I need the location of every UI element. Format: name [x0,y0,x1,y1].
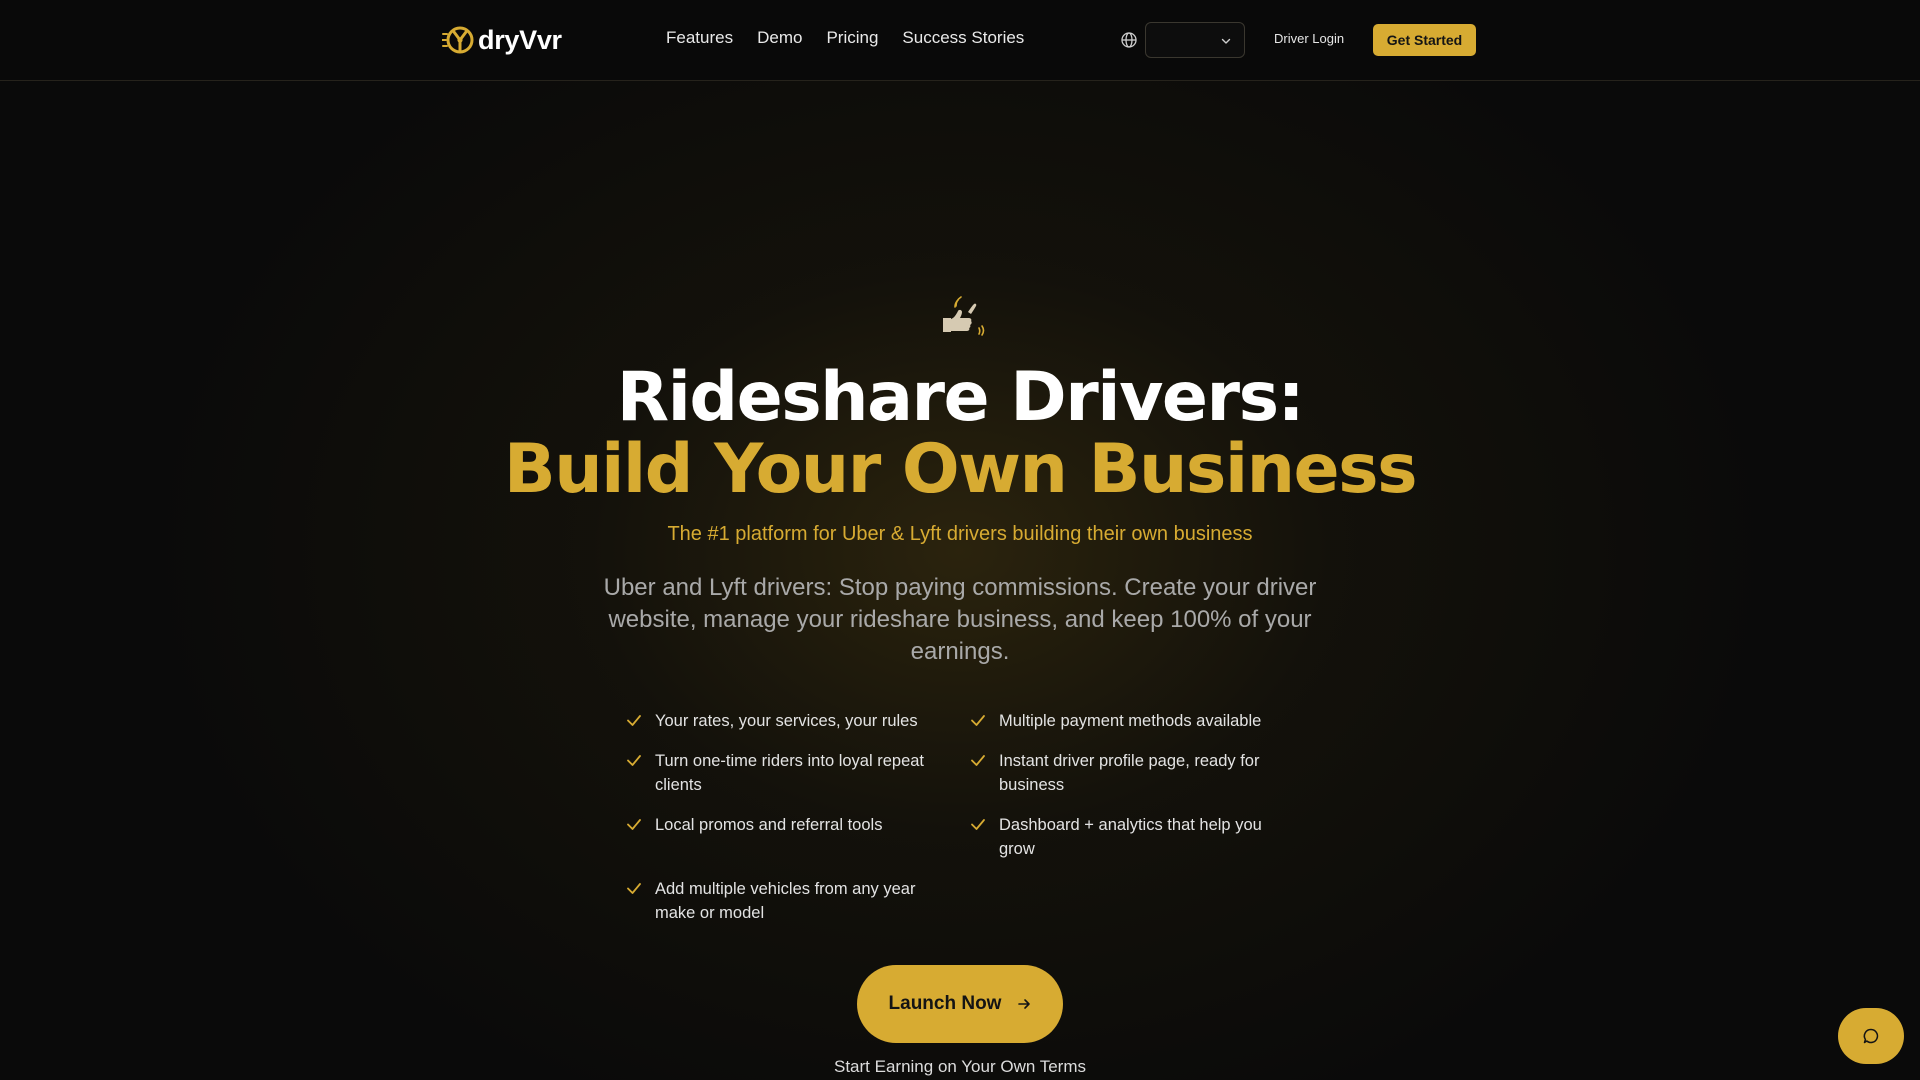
check-icon [627,755,641,766]
language-select[interactable] [1145,22,1245,58]
feature-item: Instant driver profile page, ready for b… [969,749,1289,797]
brand-logo[interactable]: dryVvr [442,24,562,56]
get-started-button[interactable]: Get Started [1373,24,1476,56]
feature-item: Your rates, your services, your rules [625,709,945,733]
hero-title-line1: Rideshare Drivers: [616,358,1305,437]
check-icon [971,715,985,726]
feature-item: Multiple payment methods available [969,709,1289,733]
arrow-right-icon [1018,999,1031,1009]
feature-text: Instant driver profile page, ready for b… [999,752,1260,794]
check-icon [627,819,641,830]
check-icon [627,715,641,726]
globe-icon [1121,32,1137,48]
hero-description: Uber and Lyft drivers: Stop paying commi… [603,574,1317,665]
feature-text: Add multiple vehicles from any year make… [655,880,916,922]
nav-link-success-stories[interactable]: Success Stories [902,28,1024,48]
nav-link-features[interactable]: Features [666,28,733,48]
feature-item: Add multiple vehicles from any year make… [625,877,945,925]
site-header: dryVvr Features Demo Pricing Success Sto… [0,0,1920,81]
call-me-hand-icon [943,296,985,336]
chat-button[interactable] [1838,1008,1904,1064]
launch-now-button[interactable]: Launch Now [857,965,1063,1043]
nav-link-pricing[interactable]: Pricing [826,28,878,48]
feature-text: Local promos and referral tools [655,816,883,834]
check-icon [971,755,985,766]
feature-text: Your rates, your services, your rules [655,712,918,730]
check-icon [971,819,985,830]
feature-text: Multiple payment methods available [999,712,1262,730]
chevron-down-icon [1221,38,1231,44]
feature-text: Dashboard + analytics that help you grow [999,816,1262,858]
feature-text: Turn one-time riders into loyal repeat c… [655,752,925,794]
driver-login-link[interactable]: Driver Login [1274,31,1344,46]
main-nav: Features Demo Pricing Success Stories [666,28,1024,48]
feature-item: Turn one-time riders into loyal repeat c… [625,749,945,797]
hero-subcta: Start Earning on Your Own Terms [834,1057,1086,1076]
nav-link-demo[interactable]: Demo [757,28,802,48]
feature-item: Local promos and referral tools [625,813,945,837]
check-icon [627,883,641,894]
chat-icon [1863,1028,1879,1044]
brand-name: dryVvr [478,24,562,55]
hero-title-line2: Build Your Own Business [503,430,1418,509]
hero-tagline: The #1 platform for Uber & Lyft drivers … [667,523,1253,545]
logo-icon [442,26,474,54]
launch-now-label: Launch Now [888,993,1002,1014]
feature-item: Dashboard + analytics that help you grow [969,813,1289,861]
